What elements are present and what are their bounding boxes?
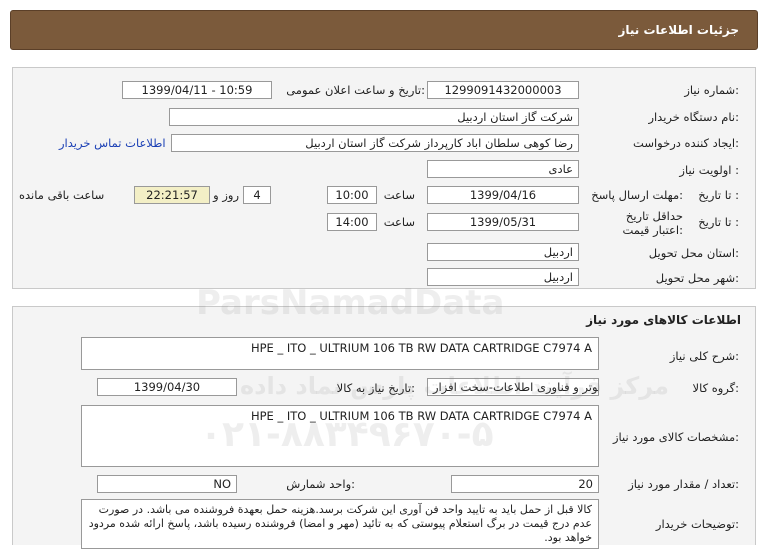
priority-field: عادی — [427, 160, 579, 178]
summary-field: HPE _ ITO _ ULTRIUM 106 TB RW DATA CARTR… — [81, 337, 599, 370]
need-date-field: 1399/04/30 — [97, 378, 237, 396]
days-label: روز و — [213, 188, 239, 202]
province-field: اردبیل — [427, 243, 579, 261]
buyer-org-field: شرکت گاز استان اردبیل — [169, 108, 579, 126]
validity-label-text: حداقل تاریخ اعتبار قیمت: — [622, 209, 684, 237]
need-info-panel: شماره نیاز: 1299091432000003 تاریخ و ساع… — [12, 67, 756, 289]
city-field: اردبیل — [427, 268, 579, 286]
remaining-time-field: 22:21:57 — [134, 186, 210, 204]
summary-label: شرح کلی نیاز: — [669, 349, 739, 363]
quantity-label: تعداد / مقدار مورد نیاز: — [628, 477, 739, 491]
need-date-label: تاریخ نیاز به کالا: — [336, 381, 415, 395]
deadline-time-field: 10:00 — [327, 186, 377, 204]
deadline-time-label: ساعت — [383, 188, 415, 202]
validity-to-date-label: تا تاریخ : — [698, 215, 739, 229]
validity-date-field: 1399/05/31 — [427, 213, 579, 231]
remaining-label: ساعت باقی مانده — [19, 188, 105, 202]
priority-label: اولویت نیاز : — [679, 163, 739, 177]
days-field: 4 — [243, 186, 271, 204]
deadline-label: مهلت ارسال پاسخ: — [591, 188, 683, 202]
deadline-to-date-label: تا تاریخ : — [698, 188, 739, 202]
specs-label: مشخصات کالای مورد نیاز: — [612, 430, 739, 444]
need-number-label: شماره نیاز: — [684, 83, 739, 97]
page-title: جزئیات اطلاعات نیاز — [618, 23, 739, 37]
goods-section-title: اطلاعات کالاهای مورد نیاز — [586, 313, 741, 327]
goods-group-field: کامپیوتر و فناوری اطلاعات-سخت افزار — [427, 378, 599, 396]
buyer-notes-field: کالا قبل از حمل باید به تایید واحد فن آو… — [81, 499, 599, 549]
announce-date-field: 1399/04/11 - 10:59 — [122, 81, 272, 99]
deadline-date-field: 1399/04/16 — [427, 186, 579, 204]
creator-field: رضا کوهی سلطان اباد کارپرداز شرکت گاز اس… — [171, 134, 579, 152]
quantity-field: 20 — [451, 475, 599, 493]
unit-field: NO — [97, 475, 237, 493]
city-label: شهر محل تحویل: — [655, 271, 739, 285]
buyer-org-label: نام دستگاه خریدار: — [648, 110, 739, 124]
announce-date-label: تاریخ و ساعت اعلان عمومی: — [286, 83, 425, 97]
province-label: استان محل تحویل: — [648, 246, 739, 260]
unit-label: واحد شمارش: — [286, 477, 355, 491]
buyer-notes-label: توضیحات خریدار: — [655, 517, 739, 531]
page-header: جزئیات اطلاعات نیاز — [10, 10, 758, 50]
creator-label: ایجاد کننده درخواست: — [633, 136, 739, 150]
specs-field: HPE _ ITO _ ULTRIUM 106 TB RW DATA CARTR… — [81, 405, 599, 467]
buyer-contact-link[interactable]: اطلاعات تماس خریدار — [59, 136, 166, 150]
validity-label: حداقل تاریخ اعتبار قیمت: — [609, 209, 684, 237]
goods-group-label: گروه کالا: — [692, 381, 739, 395]
validity-time-label: ساعت — [383, 215, 415, 229]
validity-time-field: 14:00 — [327, 213, 377, 231]
need-number-field: 1299091432000003 — [427, 81, 579, 99]
goods-info-panel: اطلاعات کالاهای مورد نیاز شرح کلی نیاز: … — [12, 306, 756, 549]
